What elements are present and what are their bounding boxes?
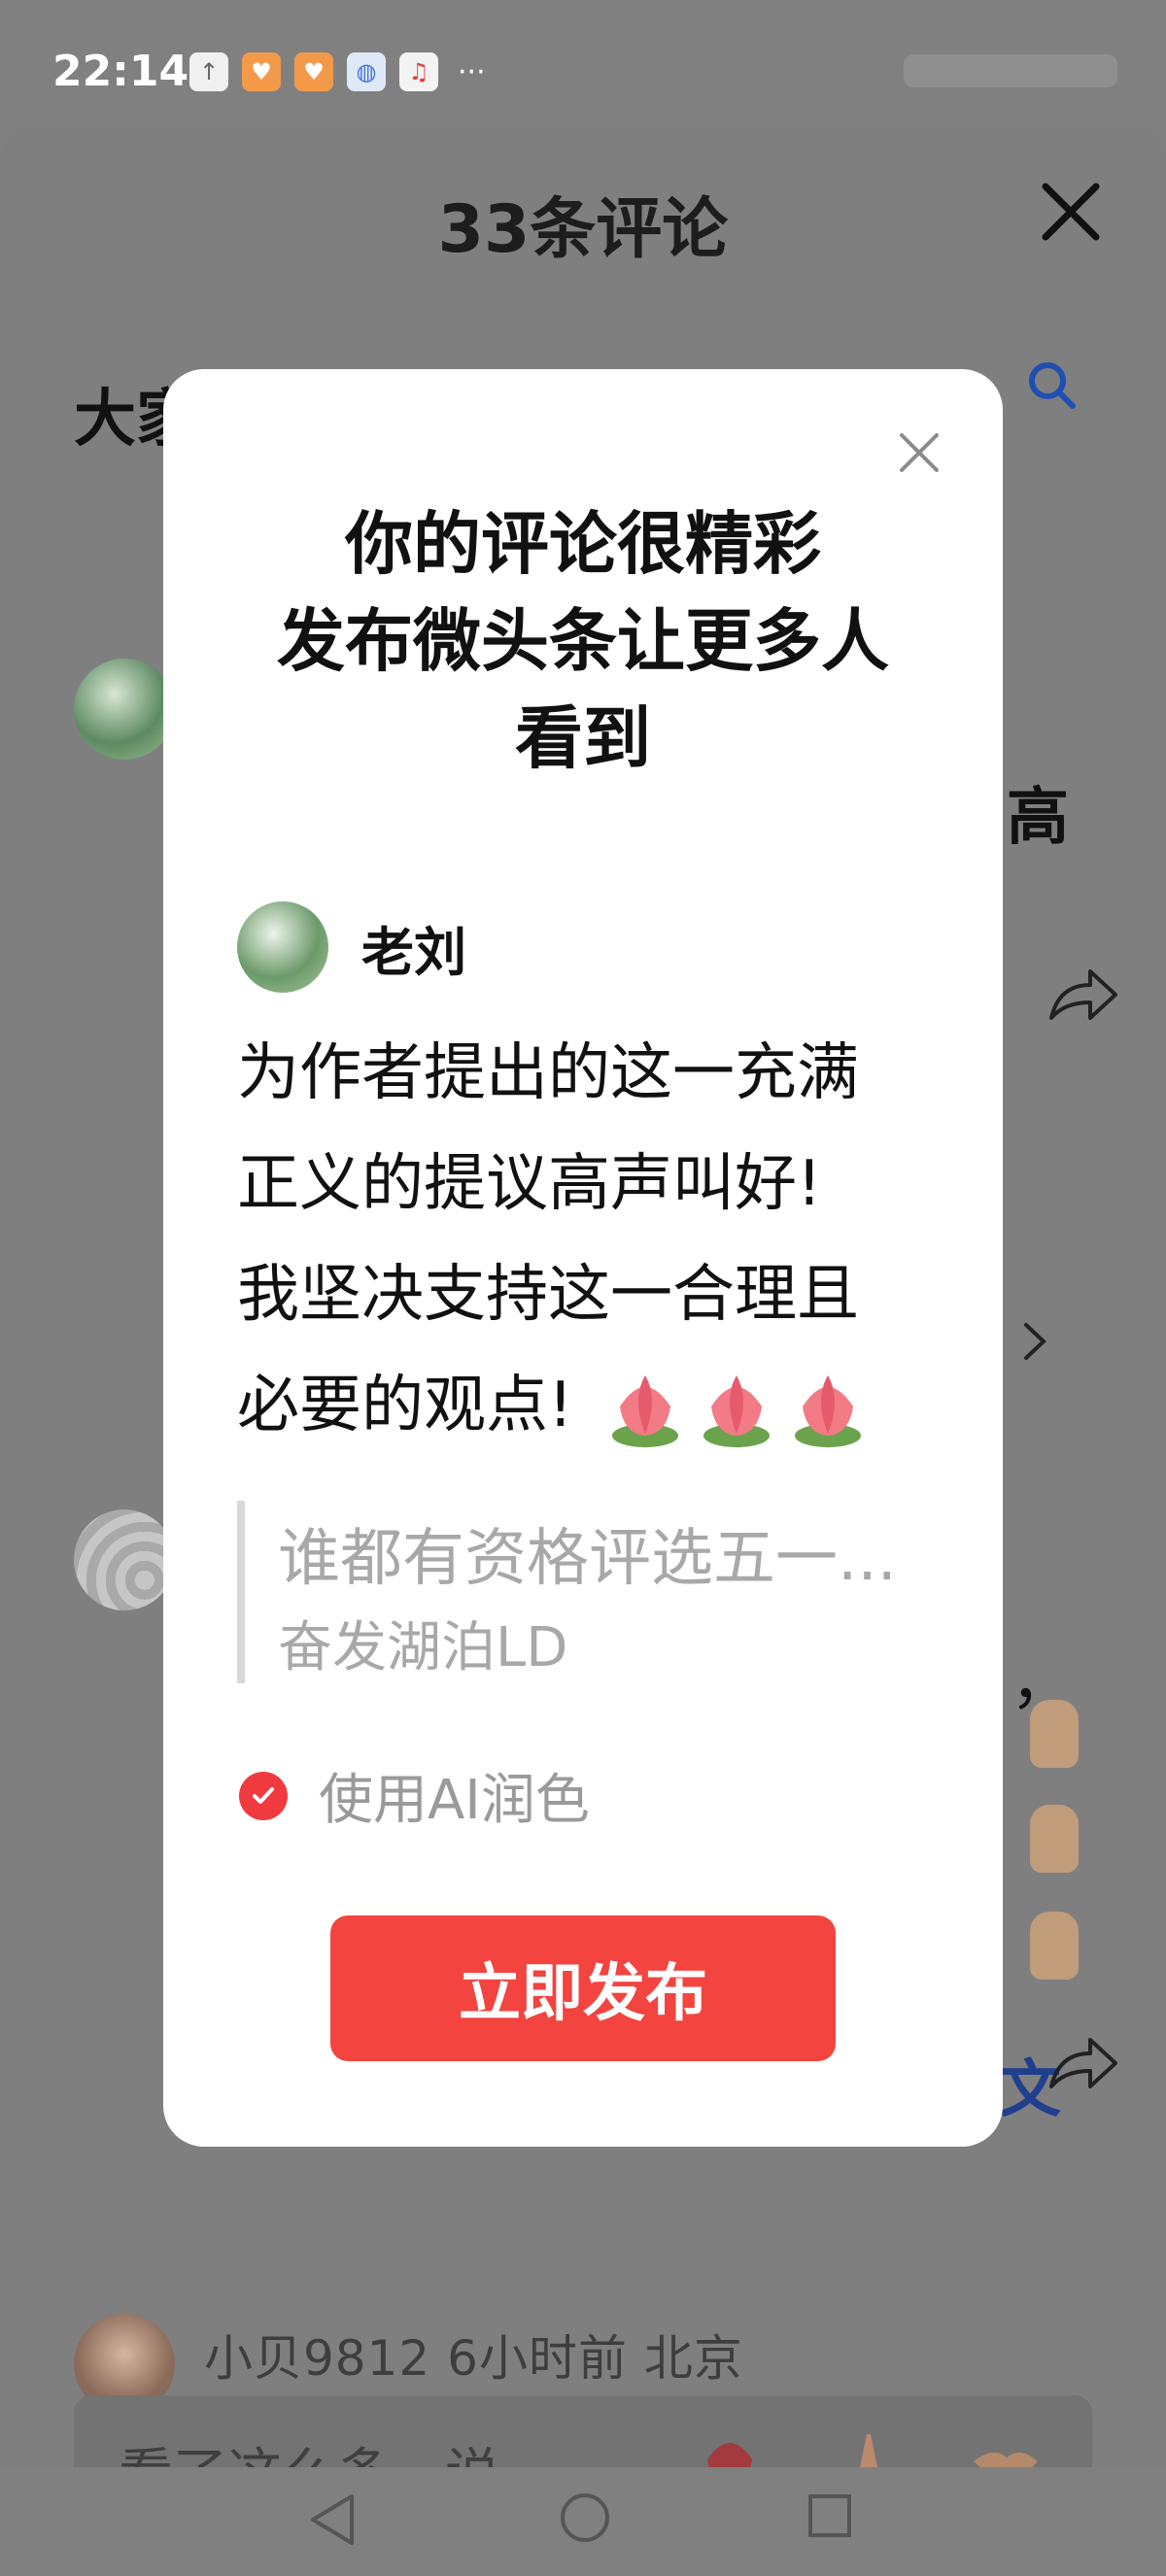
quoted-article-title: 谁都有资格评选五一... <box>278 1523 898 1595</box>
publish-now-button[interactable]: 立即发布 <box>330 1915 836 2061</box>
more-notifications-icon: ··· <box>458 54 486 89</box>
dialog-title-line: 发布微头条让更多人 <box>277 601 889 681</box>
thumbs-up-emoji-icon <box>1030 1805 1079 1873</box>
quoted-article-author: 奋发湖泊LD <box>278 1616 568 1679</box>
dialog-title: 你的评论很精彩 发布微头条让更多人 看到 <box>233 495 933 787</box>
dialog-title-line: 看到 <box>515 698 651 778</box>
comment-text-fragment: 高 <box>1007 782 1069 854</box>
tulip-emoji-group <box>602 1366 871 1451</box>
comment-preview: 为作者提出的这一充满 正义的提议高声叫好! 我坚决支持这一合理且 必要的观点! <box>237 1018 937 1461</box>
commenter-avatar[interactable] <box>74 659 175 760</box>
comments-title: 33条评论 <box>437 191 729 268</box>
status-time: 22:14 <box>52 47 189 96</box>
tulip-emoji-icon <box>795 1375 861 1448</box>
browser-icon: ◍ <box>347 52 386 91</box>
close-icon[interactable] <box>1036 177 1106 247</box>
heart-app-icon-2: ♥ <box>294 52 333 91</box>
quoted-article: 谁都有资格评选五一... 奋发湖泊LD <box>237 1501 908 1683</box>
recent-apps-nav-icon[interactable] <box>806 2492 853 2539</box>
avatar <box>237 901 328 993</box>
back-nav-icon[interactable] <box>305 2491 360 2549</box>
status-indicators <box>904 54 1117 87</box>
comment-line: 我坚决支持这一合理且 <box>237 1259 859 1331</box>
upload-icon: ↑ <box>189 52 228 91</box>
commenter-meta: 小贝9812 6小时前 北京 <box>204 2330 743 2387</box>
chevron-right-icon[interactable] <box>1020 1319 1049 1364</box>
tulip-emoji-icon <box>612 1375 678 1448</box>
dialog-title-line: 你的评论很精彩 <box>345 504 821 584</box>
checkbox-checked-icon[interactable] <box>239 1771 288 1820</box>
music-icon: ♫ <box>399 52 438 91</box>
comment-line-text: 必要的观点! <box>237 1370 573 1441</box>
close-icon[interactable] <box>896 429 943 476</box>
share-icon[interactable] <box>1047 964 1119 1026</box>
status-bar: 22:14 ↑ ♥ ♥ ◍ ♫ ··· <box>0 0 1166 126</box>
ai-polish-label: 使用AI润色 <box>319 1769 590 1832</box>
status-icons: ↑ ♥ ♥ ◍ ♫ ··· <box>189 52 486 91</box>
commenter-avatar[interactable] <box>74 1509 175 1610</box>
check-icon <box>253 1786 274 1804</box>
thumbs-up-emoji-icon <box>1030 1912 1079 1980</box>
comment-line: 正义的提议高声叫好! <box>237 1148 822 1220</box>
tulip-emoji-icon <box>703 1375 770 1448</box>
home-nav-icon[interactable] <box>558 2491 612 2545</box>
heart-app-icon: ♥ <box>242 52 281 91</box>
comment-line: 必要的观点! <box>237 1350 937 1461</box>
system-nav-bar <box>0 2467 1166 2576</box>
comment-author: 老刘 <box>237 901 466 993</box>
author-name: 老刘 <box>361 921 466 983</box>
search-icon[interactable] <box>1022 356 1080 414</box>
comment-line: 为作者提出的这一充满 <box>237 1037 859 1109</box>
publish-micro-headline-dialog: 你的评论很精彩 发布微头条让更多人 看到 老刘 为作者提出的这一充满 正义的提议… <box>163 369 1003 2147</box>
thumbs-up-emoji-icon <box>1030 1700 1079 1768</box>
ai-polish-toggle[interactable]: 使用AI润色 <box>239 1756 590 1835</box>
share-icon[interactable] <box>1047 2032 1119 2094</box>
